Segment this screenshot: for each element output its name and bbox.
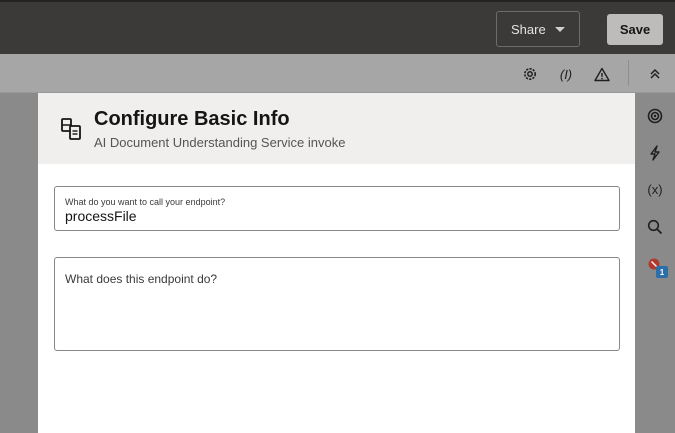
collapse-up-icon[interactable] xyxy=(645,64,665,84)
panel-subtitle: AI Document Understanding Service invoke xyxy=(94,135,346,150)
error-flag-icon[interactable]: 1 xyxy=(645,255,668,278)
right-rail: (x) 1 xyxy=(635,93,675,433)
variables-icon[interactable]: (x) xyxy=(645,179,665,199)
share-button-label: Share xyxy=(511,21,546,37)
error-count-badge: 1 xyxy=(656,266,668,278)
chevron-down-icon xyxy=(555,27,565,32)
panel-header: Configure Basic Info AI Document Underst… xyxy=(38,93,635,164)
search-icon[interactable] xyxy=(645,217,665,237)
top-app-bar: Share Save xyxy=(0,0,675,54)
lightning-icon[interactable] xyxy=(645,143,665,163)
configure-basic-info-panel: Configure Basic Info AI Document Underst… xyxy=(38,93,635,433)
endpoint-name-field[interactable]: What do you want to call your endpoint? xyxy=(54,186,620,231)
endpoint-description-input[interactable] xyxy=(65,272,605,342)
canvas-backdrop xyxy=(0,93,38,433)
gear-icon[interactable] xyxy=(520,64,540,84)
save-button[interactable]: Save xyxy=(607,14,663,45)
toolbar-divider xyxy=(628,60,629,86)
panel-title: Configure Basic Info xyxy=(94,108,290,130)
warning-icon[interactable] xyxy=(592,64,612,84)
share-button[interactable]: Share xyxy=(496,11,580,47)
endpoint-name-label: What do you want to call your endpoint? xyxy=(65,197,226,207)
endpoint-description-field[interactable] xyxy=(54,257,620,351)
api-document-icon xyxy=(60,117,84,141)
inspect-variable-icon[interactable]: (I) xyxy=(553,64,579,84)
canvas-toolbar: (I) xyxy=(0,54,675,93)
endpoint-name-input[interactable] xyxy=(65,208,605,224)
target-icon[interactable] xyxy=(645,106,665,126)
